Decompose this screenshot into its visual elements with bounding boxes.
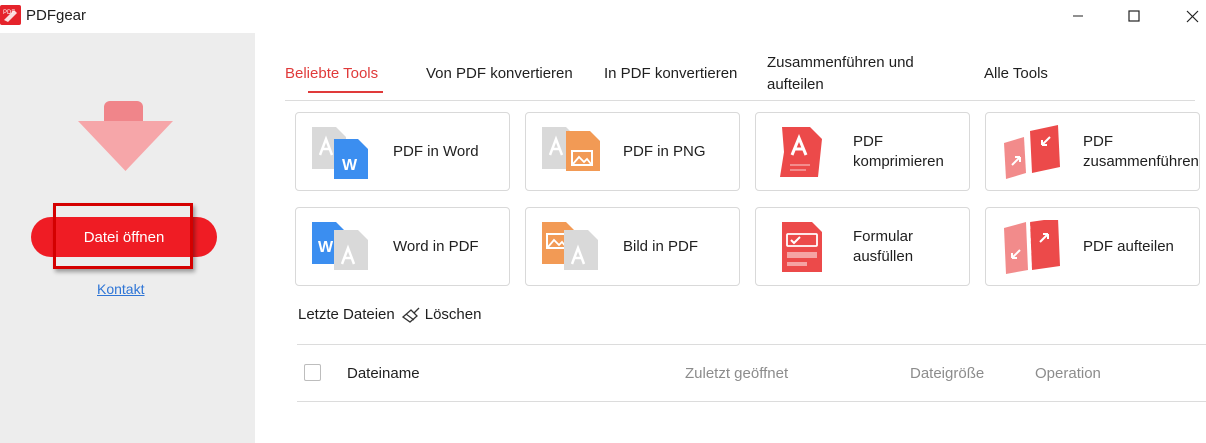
contact-link[interactable]: Kontakt <box>97 281 144 297</box>
word-to-pdf-icon: W <box>312 222 368 270</box>
tool-split-pdf[interactable]: PDF aufteilen <box>985 207 1200 286</box>
svg-text:W: W <box>318 239 334 256</box>
minimize-icon <box>1073 15 1083 17</box>
column-header-file-size[interactable]: Dateigröße <box>910 365 984 382</box>
recent-files-table-header: Dateiname Zuletzt geöffnet Dateigröße Op… <box>297 344 1206 402</box>
tool-merge-pdf[interactable]: PDF zusammenführen <box>985 112 1200 191</box>
tool-label: PDF aufteilen <box>1083 237 1174 255</box>
pdfgear-logo-icon: PDF <box>0 5 21 25</box>
active-tab-indicator <box>308 91 383 93</box>
tab-bar: Beliebte Tools Von PDF konvertieren In P… <box>285 52 1195 101</box>
merge-pdf-icon <box>1004 125 1060 179</box>
tool-label: PDF komprimieren <box>853 132 944 170</box>
tool-pdf-to-png[interactable]: PDF in PNG <box>525 112 740 191</box>
select-all-checkbox[interactable] <box>304 364 321 381</box>
maximize-button[interactable] <box>1105 0 1163 32</box>
column-header-filename[interactable]: Dateiname <box>347 365 420 382</box>
tab-merge-split[interactable]: Zusammenführen und aufteilen <box>767 52 914 96</box>
app-title: PDFgear <box>26 7 87 24</box>
tool-label: Formular ausfüllen <box>853 227 914 265</box>
tool-label: PDF in PNG <box>623 142 706 160</box>
compress-pdf-icon <box>780 127 822 177</box>
tool-fill-form[interactable]: Formular ausfüllen <box>755 207 970 286</box>
pdf-to-png-icon <box>542 127 600 171</box>
column-header-last-opened[interactable]: Zuletzt geöffnet <box>685 365 788 382</box>
tab-to-pdf[interactable]: In PDF konvertieren <box>604 63 737 85</box>
fill-form-icon <box>782 222 822 272</box>
highlight-annotation <box>53 203 193 269</box>
clear-recent-label: Löschen <box>424 306 482 323</box>
minimize-button[interactable] <box>1049 0 1107 32</box>
close-icon <box>1186 10 1198 22</box>
recent-files-title: Letzte Dateien <box>298 306 395 323</box>
close-button[interactable] <box>1163 0 1206 32</box>
tool-word-to-pdf[interactable]: W Word in PDF <box>295 207 510 286</box>
tool-pdf-to-word[interactable]: W PDF in Word <box>295 112 510 191</box>
tool-label: PDF zusammenführen <box>1083 132 1199 170</box>
broom-icon <box>401 307 420 323</box>
tool-label: Bild in PDF <box>623 237 699 255</box>
recent-files-header: Letzte Dateien Löschen <box>298 306 481 323</box>
tool-label: PDF in Word <box>393 142 479 160</box>
split-pdf-icon <box>1004 220 1060 274</box>
tool-compress-pdf[interactable]: PDF komprimieren <box>755 112 970 191</box>
title-bar: PDF PDFgear <box>0 0 1206 33</box>
image-to-pdf-icon <box>542 222 598 270</box>
tool-image-to-pdf[interactable]: Bild in PDF <box>525 207 740 286</box>
drop-arrow-icon <box>78 101 173 171</box>
tool-label: Word in PDF <box>393 237 479 255</box>
column-header-operation: Operation <box>1035 365 1101 382</box>
pdf-to-word-icon: W <box>312 127 368 179</box>
maximize-icon <box>1128 10 1140 22</box>
tab-popular-tools[interactable]: Beliebte Tools <box>285 63 378 85</box>
clear-recent-button[interactable]: Löschen <box>401 306 482 323</box>
svg-text:W: W <box>342 157 358 174</box>
tab-all-tools[interactable]: Alle Tools <box>984 63 1048 85</box>
tab-from-pdf[interactable]: Von PDF konvertieren <box>426 63 573 85</box>
